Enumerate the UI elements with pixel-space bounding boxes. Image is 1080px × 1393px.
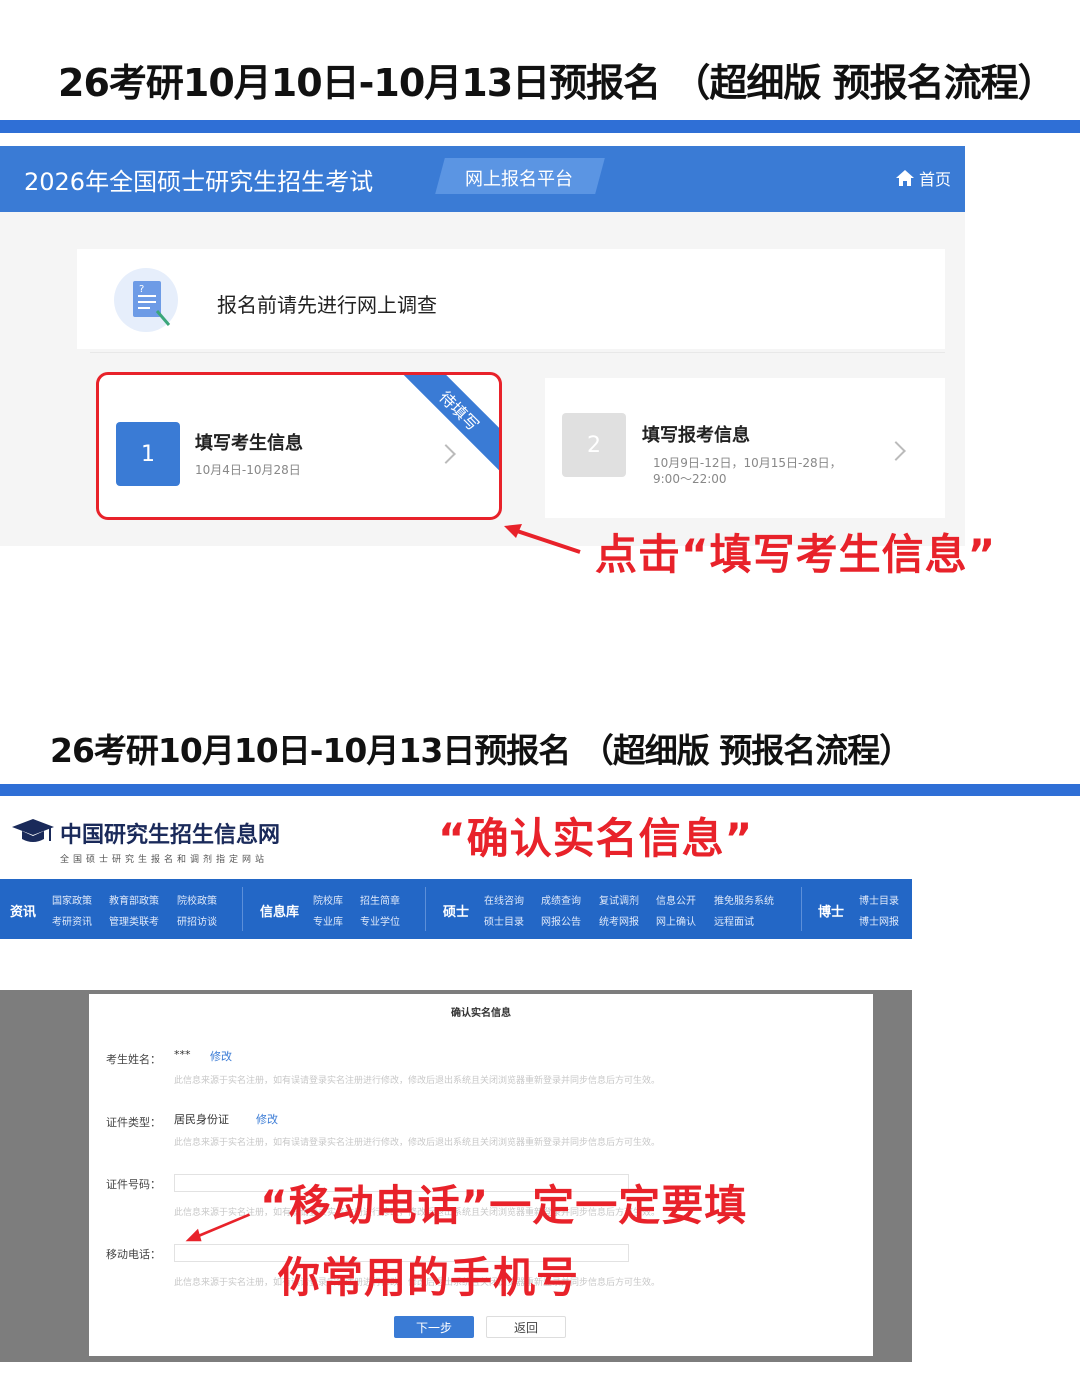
survey-document-icon: ?	[114, 268, 178, 332]
nav-head-phd[interactable]: 博士	[818, 901, 844, 920]
step-title: 填写报考信息	[642, 425, 750, 446]
name-value: ***	[174, 1048, 191, 1061]
step-card-fill-application-info[interactable]: 2 填写报考信息 10月9日-12日，10月15日-28日， 9:00～22:0…	[545, 378, 945, 518]
home-label: 首页	[918, 170, 951, 189]
section-divider	[90, 352, 945, 353]
nav-link[interactable]: 管理类联考	[109, 913, 159, 928]
platform-header: 2026年全国硕士研究生招生考试 网上报名平台 首页	[0, 146, 965, 212]
step-number-2: 2	[562, 413, 626, 477]
nav-link[interactable]: 院校政策	[177, 892, 217, 907]
headline-bottom: 26考研10月10日-10月13日预报名 （超细版 预报名流程）	[50, 731, 912, 770]
next-step-button[interactable]: 下一步	[394, 1316, 474, 1338]
nav-link[interactable]: 复试调剂	[599, 892, 639, 907]
graduation-cap-icon	[12, 819, 54, 842]
nav-link[interactable]: 专业库	[313, 913, 343, 928]
id-type-edit-link[interactable]: 修改	[256, 1111, 278, 1127]
nav-link[interactable]: 远程面试	[714, 913, 754, 928]
nav-link[interactable]: 国家政策	[52, 892, 92, 907]
step-card-fill-candidate-info[interactable]: 1 填写考生信息 10月4日-10月28日 待填写	[96, 372, 502, 520]
nav-link[interactable]: 硕士目录	[484, 913, 524, 928]
confirm-identity-screenshot: 中国研究生招生信息网 全国硕士研究生报名和调剂指定网站 “确认实名信息” 资讯 …	[0, 797, 912, 1362]
site-logo[interactable]: 中国研究生招生信息网 全国硕士研究生报名和调剂指定网站	[12, 817, 280, 865]
name-edit-link[interactable]: 修改	[210, 1048, 232, 1064]
site-name: 中国研究生招生信息网	[60, 822, 281, 848]
survey-row[interactable]: ? 报名前请先进行网上调查	[77, 249, 945, 349]
nav-link[interactable]: 推免服务系统	[714, 892, 774, 907]
field-hint: 此信息来源于实名注册，如有误请登录实名注册进行修改，修改后退出系统且关闭浏览器重…	[174, 1076, 661, 1086]
svg-text:?: ?	[139, 284, 144, 295]
nav-link[interactable]: 考研资讯	[52, 913, 92, 928]
nav-link[interactable]: 院校库	[313, 892, 343, 907]
nav-link[interactable]: 博士目录	[859, 892, 899, 907]
callout-confirm-identity: “确认实名信息”	[438, 814, 754, 863]
site-subtitle: 全国硕士研究生报名和调剂指定网站	[60, 855, 269, 865]
red-arrow-icon	[504, 524, 581, 554]
survey-text: 报名前请先进行网上调查	[217, 293, 437, 317]
headline-top: 26考研10月10日-10月13日预报名 （超细版 预报名流程）	[58, 61, 1056, 105]
main-navigation: 资讯 国家政策 教育部政策 院校政策 考研资讯 管理类联考 研招访谈 信息库 院…	[0, 879, 912, 939]
exam-title: 2026年全国硕士研究生招生考试	[24, 168, 374, 196]
nav-group-phd: 博士 博士目录 博士网报	[801, 879, 912, 939]
blue-divider-top	[0, 120, 1080, 133]
nav-link[interactable]: 研招访谈	[177, 913, 217, 928]
id-type-label: 证件类型：	[106, 1116, 161, 1129]
nav-link[interactable]: 博士网报	[859, 913, 899, 928]
nav-link[interactable]: 招生简章	[360, 892, 400, 907]
nav-link[interactable]: 网上确认	[656, 913, 696, 928]
step-date-line-2: 9:00～22:00	[653, 472, 727, 486]
nav-link[interactable]: 统考网报	[599, 913, 639, 928]
back-button[interactable]: 返回	[486, 1316, 566, 1338]
nav-group-news: 资讯 国家政策 教育部政策 院校政策 考研资讯 管理类联考 研招访谈	[0, 879, 242, 939]
nav-link[interactable]: 专业学位	[360, 913, 400, 928]
home-icon	[895, 170, 914, 186]
nav-head-database[interactable]: 信息库	[260, 901, 299, 920]
nav-link[interactable]: 在线咨询	[484, 892, 524, 907]
id-number-label: 证件号码：	[106, 1178, 161, 1191]
step-title: 填写考生信息	[195, 433, 303, 454]
step-number-1: 1	[116, 422, 180, 486]
nav-head-news[interactable]: 资讯	[10, 901, 36, 920]
chevron-right-icon	[886, 441, 906, 461]
blue-divider-bottom	[0, 784, 1080, 796]
nav-link[interactable]: 成绩查询	[541, 892, 581, 907]
nav-head-master[interactable]: 硕士	[443, 901, 469, 920]
step-date-line-1: 10月9日-12日，10月15日-28日，	[653, 456, 842, 470]
callout-click-fill-info: 点击“填写考生信息”	[595, 530, 997, 579]
home-link[interactable]: 首页	[895, 166, 951, 190]
registration-platform-screenshot: 2026年全国硕士研究生招生考试 网上报名平台 首页 ? 报名前请先进行网上调查…	[0, 146, 965, 546]
callout-phone-common: 你常用的手机号	[278, 1253, 580, 1302]
chevron-right-icon	[436, 444, 456, 464]
id-type-value: 居民身份证	[174, 1113, 229, 1126]
nav-group-database: 信息库 院校库 招生简章 专业库 专业学位	[242, 879, 425, 939]
nav-group-master: 硕士 在线咨询 成绩查询 复试调剂 信息公开 推免服务系统 硕士目录 网报公告 …	[425, 879, 801, 939]
red-arrow-icon	[185, 1213, 251, 1242]
platform-tab-label[interactable]: 网上报名平台	[465, 165, 573, 191]
nav-link[interactable]: 网报公告	[541, 913, 581, 928]
callout-phone-required: “移动电话”一定一定要填	[260, 1181, 748, 1230]
nav-link[interactable]: 信息公开	[656, 892, 696, 907]
name-label: 考生姓名：	[106, 1053, 161, 1066]
step-date: 10月4日-10月28日	[195, 463, 301, 477]
dialog-title: 确认实名信息	[451, 1008, 511, 1019]
phone-label: 移动电话：	[106, 1248, 161, 1261]
nav-link[interactable]: 教育部政策	[109, 892, 159, 907]
field-hint: 此信息来源于实名注册，如有误请登录实名注册进行修改，修改后退出系统且关闭浏览器重…	[174, 1138, 661, 1148]
